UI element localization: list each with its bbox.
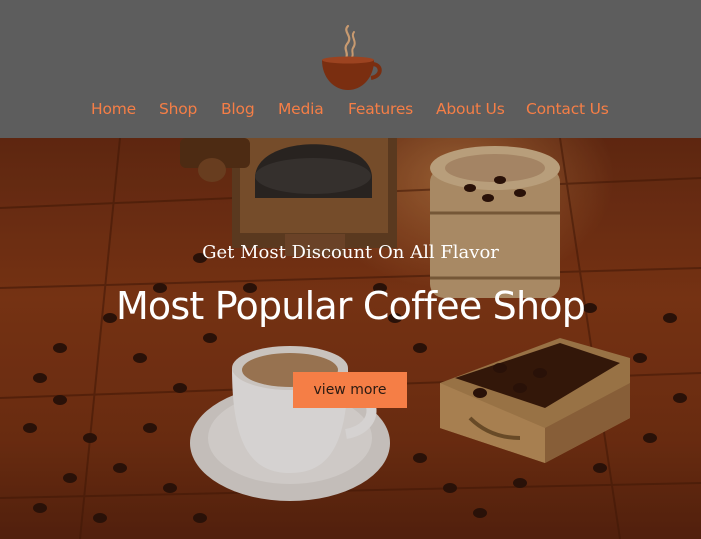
nav-item-shop[interactable]: Shop	[159, 98, 197, 120]
hero-subtitle: Get Most Discount On All Flavor	[202, 242, 499, 263]
nav-item-blog[interactable]: Blog	[221, 98, 255, 120]
coffee-cup-icon[interactable]	[316, 22, 384, 94]
nav-item-contact-us[interactable]: Contact Us	[526, 98, 609, 120]
hero-title: Most Popular Coffee Shop	[115, 284, 586, 328]
hero-banner: Get Most Discount On All Flavor Most Pop…	[0, 138, 701, 539]
nav-item-home[interactable]: Home	[91, 98, 136, 120]
nav-item-features[interactable]: Features	[348, 98, 413, 120]
nav-item-media[interactable]: Media	[278, 98, 324, 120]
view-more-button[interactable]: view more	[293, 372, 407, 408]
nav-item-about-us[interactable]: About Us	[436, 98, 505, 120]
hero-overlay	[0, 138, 701, 539]
main-nav: Home Shop Blog Media Features About Us C…	[0, 98, 701, 120]
site-header: Home Shop Blog Media Features About Us C…	[0, 0, 701, 138]
